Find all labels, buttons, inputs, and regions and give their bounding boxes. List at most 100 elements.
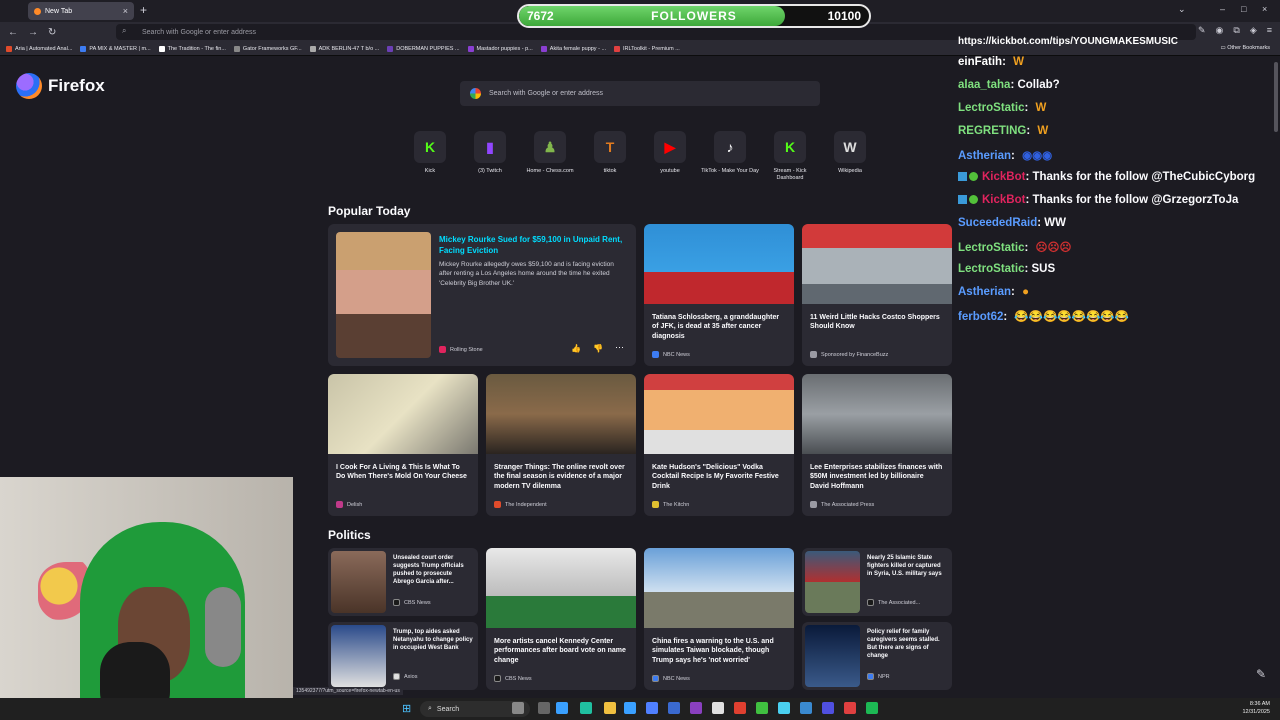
shield-icon[interactable]: ◈ — [1250, 25, 1257, 36]
story-card-hero[interactable]: Mickey Rourke Sued for $59,100 in Unpaid… — [328, 224, 636, 366]
source-label: CBS News — [505, 675, 532, 682]
menu-icon[interactable]: ≡ — [1267, 25, 1272, 36]
minimize-icon[interactable]: – — [1220, 4, 1225, 14]
politics-card[interactable]: Unsealed court order suggests Trump offi… — [328, 548, 478, 616]
chat-username[interactable]: ferbot62 — [958, 311, 1003, 323]
chat-username[interactable]: SuceededRaid — [958, 217, 1037, 229]
windows-start-icon[interactable]: ⊞ — [402, 702, 411, 715]
shortcut-tile[interactable]: K Kick — [400, 131, 460, 175]
maximize-icon[interactable]: □ — [1241, 4, 1246, 14]
story-card[interactable]: Stranger Things: The online revolt over … — [486, 374, 636, 516]
taskbar-app-icon[interactable] — [800, 702, 812, 714]
bookmark-item[interactable]: Mastador puppies - p... — [467, 45, 533, 52]
bookmark-item[interactable]: ADK BERLIN-47 T b/o ... — [309, 45, 379, 52]
bookmark-favicon-icon — [387, 45, 394, 52]
chat-username[interactable]: LectroStatic — [958, 242, 1024, 254]
chat-message: KickBot: Thanks for the follow @TheCubic… — [958, 171, 1255, 183]
taskbar-app-icon[interactable] — [580, 702, 592, 714]
taskbar-app-icon[interactable] — [690, 702, 702, 714]
bookmark-item[interactable]: DOBERMAN PUPPIES ... — [387, 45, 460, 52]
chat-username[interactable]: einFatih — [958, 56, 1002, 68]
tab-new-tab[interactable]: New Tab × — [28, 2, 134, 20]
taskbar-app-icon[interactable] — [844, 702, 856, 714]
politics-card[interactable]: Policy relief for family caregivers seem… — [802, 622, 952, 690]
chat-username[interactable]: LectroStatic — [958, 102, 1024, 114]
shortcut-tile[interactable]: Ttiktok — [580, 131, 640, 175]
politics-card[interactable]: More artists cancel Kennedy Center perfo… — [486, 548, 636, 690]
tab-title: New Tab — [45, 7, 73, 15]
shortcut-tile[interactable]: W Wikipedia — [820, 131, 880, 175]
taskbar-clock[interactable]: 8:36 AM 12/31/2025 — [1242, 700, 1270, 717]
bookmark-item[interactable]: PA MIX & MASTER | m... — [80, 45, 151, 52]
shortcut-icon: ▶ — [654, 131, 686, 163]
taskbar-app-icon[interactable] — [712, 702, 724, 714]
shortcut-icon: W — [834, 131, 866, 163]
story-card[interactable]: I Cook For A Living & This Is What To Do… — [328, 374, 478, 516]
shortcut-label: Kick — [424, 168, 436, 174]
story-card[interactable]: Tatiana Schlossberg, a granddaughter of … — [644, 224, 794, 366]
taskbar-app-icon[interactable] — [822, 702, 834, 714]
chat-username[interactable]: alaa_taha — [958, 79, 1010, 91]
taskbar-app-icon[interactable] — [646, 702, 658, 714]
taskbar-app-icon[interactable] — [538, 702, 550, 714]
chat-cut-line: https://kickbot.com/tips/YOUNGMAKESMUSIC — [958, 36, 1179, 47]
shortcut-tile[interactable]: ♪ TikTok - Make Your Day — [700, 131, 760, 175]
close-window-icon[interactable]: × — [1262, 4, 1267, 14]
forward-icon[interactable]: → — [28, 27, 38, 38]
chat-username[interactable]: REGRETING — [958, 125, 1026, 137]
taskbar-app-icon[interactable] — [866, 702, 878, 714]
chat-username[interactable]: Astherian — [958, 150, 1011, 162]
extension-icon[interactable]: ✎ — [1198, 25, 1206, 36]
newtab-search-input[interactable]: Search with Google or enter address — [460, 81, 820, 106]
edit-pencil-icon[interactable]: ✎ — [1256, 667, 1266, 681]
taskbar-app-icon[interactable] — [624, 702, 636, 714]
politics-card[interactable]: China fires a warning to the U.S. and si… — [644, 548, 794, 690]
bookmark-label: IRLToolkit - Premium ... — [623, 45, 680, 52]
shortcut-tile[interactable]: ▮ (3) Twitch — [460, 131, 520, 175]
new-tab-button[interactable]: + — [140, 3, 147, 17]
taskbar-app-icon[interactable] — [778, 702, 790, 714]
extensions-icon[interactable]: ⧉ — [1233, 25, 1239, 36]
reload-icon[interactable]: ↻ — [48, 27, 56, 38]
bookmark-item[interactable]: IRLToolkit - Premium ... — [614, 45, 680, 52]
politics-card[interactable]: Trump, top aides asked Netanyahu to chan… — [328, 622, 478, 690]
tab-list-icon[interactable]: ⌄ — [1178, 4, 1186, 15]
thumbs-up-icon[interactable]: 👍 — [571, 344, 581, 353]
taskbar-app-icon[interactable] — [734, 702, 746, 714]
chat-scrollbar[interactable] — [1274, 62, 1278, 132]
taskbar-app-icon[interactable] — [668, 702, 680, 714]
story-source: The Associated Press — [810, 501, 874, 508]
taskbar-app-icon[interactable] — [604, 702, 616, 714]
account-icon[interactable]: ◉ — [1216, 25, 1224, 36]
story-image — [644, 548, 794, 628]
more-options-icon[interactable]: ⋯ — [615, 342, 624, 353]
chat-username[interactable]: Astherian — [958, 286, 1011, 298]
shortcut-tile[interactable]: K Stream - Kick Dashboard — [760, 131, 820, 182]
politics-card[interactable]: Nearly 25 Islamic State fighters killed … — [802, 548, 952, 616]
thumbs-down-icon[interactable]: 👎 — [593, 344, 603, 353]
chat-username[interactable]: LectroStatic — [958, 263, 1024, 275]
bookmark-item[interactable]: Gator Frameworks GF... — [233, 45, 302, 52]
source-icon — [494, 675, 501, 682]
taskbar-app-icon[interactable] — [756, 702, 768, 714]
bookmark-item[interactable]: Akita female puppy - ... — [540, 45, 606, 52]
back-icon[interactable]: ← — [8, 27, 18, 38]
taskbar-app-icon[interactable] — [512, 702, 524, 714]
shortcut-tile[interactable]: ▶ youtube — [640, 131, 700, 175]
bookmark-item[interactable]: Aria | Automated Anal... — [6, 45, 72, 52]
chat-username[interactable]: KickBot — [982, 194, 1025, 206]
story-card[interactable]: Kate Hudson's "Delicious" Vodka Cocktail… — [644, 374, 794, 516]
chat-username[interactable]: KickBot — [982, 171, 1025, 183]
story-title: 11 Weird Little Hacks Costco Shoppers Sh… — [810, 314, 940, 331]
bookmark-item[interactable]: The Tradition - The fin... — [158, 45, 226, 52]
shortcut-tile[interactable]: ♟ Home - Chess.com — [520, 131, 580, 175]
source-label: Sponsored by FinanceBuzz — [821, 351, 889, 358]
close-tab-icon[interactable]: × — [123, 6, 128, 16]
chat-emotes: W — [1037, 125, 1049, 137]
story-image — [802, 224, 952, 304]
story-card[interactable]: Lee Enterprises stabilizes finances with… — [802, 374, 952, 516]
bookmark-label: Gator Frameworks GF... — [242, 45, 302, 52]
story-card[interactable]: 11 Weird Little Hacks Costco Shoppers Sh… — [802, 224, 952, 366]
story-title: Unsealed court order suggests Trump offi… — [393, 555, 464, 586]
taskbar-app-icon[interactable] — [556, 702, 568, 714]
